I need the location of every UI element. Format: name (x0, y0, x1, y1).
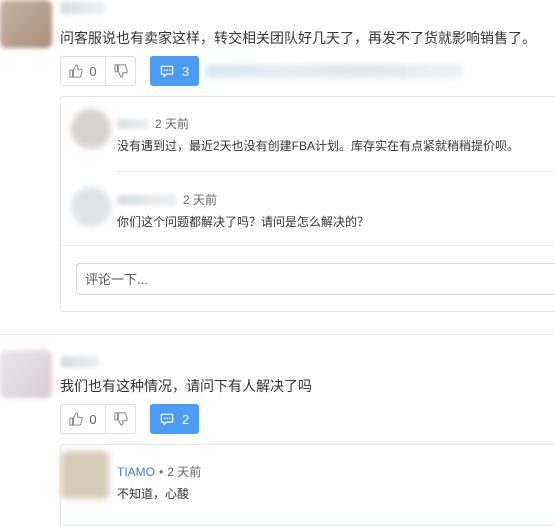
like-count: 0 (89, 63, 97, 79)
reply-author[interactable]: TIAMO (117, 465, 155, 479)
like-button[interactable]: 0 (60, 404, 106, 434)
comment-actions: 0 2 (60, 404, 200, 434)
replies-toggle-button[interactable]: 2 (150, 404, 200, 434)
comment-separator (0, 334, 555, 335)
thumbs-down-icon (113, 412, 128, 426)
reply-thread: TIAMO • 2 天前 不知道，心酸 (60, 444, 555, 526)
thumbs-down-icon (113, 64, 128, 78)
replies-count: 2 (182, 411, 190, 427)
reply-text: 不知道，心酸 (117, 487, 190, 501)
reply-text: 你们这个问题都解决了吗？请问是怎么解决的？ (117, 215, 370, 229)
like-count: 0 (89, 411, 97, 427)
thumbs-up-icon (69, 412, 84, 426)
comment-text: 问客服说也有卖家这样，转交相关团队好几天了，再发不了货就影响销售了。 (60, 30, 536, 46)
comment-bubble-icon (160, 413, 174, 426)
reply-time: 2 天前 (167, 465, 202, 479)
replies-toggle-button[interactable]: 3 (150, 56, 200, 86)
username-redacted (60, 2, 106, 14)
dislike-button[interactable] (106, 404, 136, 434)
dislike-button[interactable] (106, 56, 136, 86)
reply-time: 2 天前 (183, 193, 218, 207)
comment-bubble-icon (160, 65, 174, 78)
reply-avatar[interactable] (71, 109, 111, 149)
like-button[interactable]: 0 (60, 56, 106, 86)
thumbs-up-icon (69, 64, 84, 78)
reply-avatar[interactable] (61, 451, 109, 499)
comment-text: 我们也有这种情况，请问下有人解决了吗 (60, 378, 312, 394)
reply-time: 2 天前 (155, 117, 190, 131)
reply-meta: 2 天前 (117, 191, 217, 208)
meta-dot: • (159, 464, 164, 479)
comment-actions: 0 3 (60, 56, 200, 86)
user-avatar[interactable] (0, 0, 52, 48)
user-avatar[interactable] (0, 350, 52, 398)
reply-author-redacted (117, 194, 177, 205)
username-redacted (60, 356, 100, 368)
replies-count: 3 (182, 63, 190, 79)
reply-avatar[interactable] (71, 187, 111, 227)
comment-input[interactable] (76, 263, 555, 295)
reply-author-redacted (117, 118, 149, 129)
reply-divider (117, 171, 555, 172)
reply-meta: TIAMO • 2 天前 (117, 463, 201, 480)
reply-divider (61, 245, 555, 246)
redacted-content (205, 64, 463, 78)
reply-text: 没有遇到过，最近2天也没有创建FBA计划。库存实在有点紧就稍稍提价呗。 (117, 139, 520, 153)
reply-thread: 2 天前 没有遇到过，最近2天也没有创建FBA计划。库存实在有点紧就稍稍提价呗。… (60, 96, 555, 312)
reply-meta: 2 天前 (117, 115, 189, 132)
